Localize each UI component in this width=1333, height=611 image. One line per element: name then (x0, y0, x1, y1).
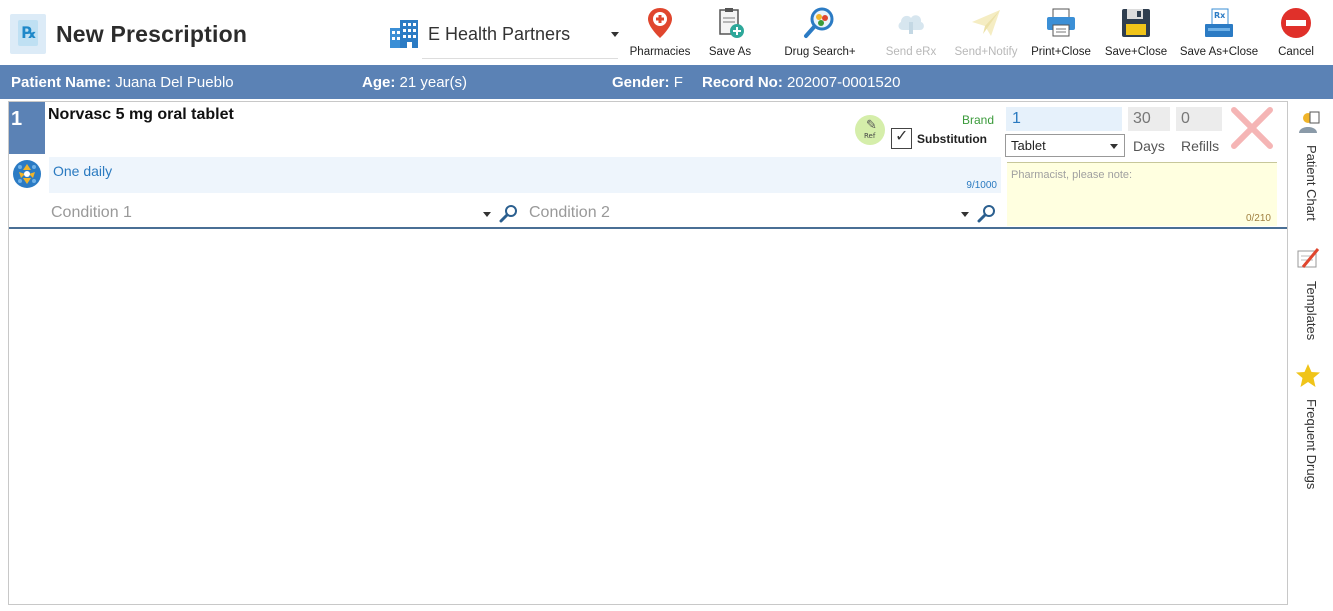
drug-name[interactable]: Norvasc 5 mg oral tablet (48, 106, 234, 124)
chevron-down-icon (611, 32, 619, 37)
building-icon (390, 20, 418, 48)
save-as-button[interactable]: Save As (700, 6, 760, 62)
refills-label: Refills (1181, 138, 1220, 154)
side-panel: Patient Chart Templates Frequent Drugs (1289, 101, 1333, 605)
condition-1-select[interactable]: Condition 1 (49, 202, 523, 224)
patient-gender: Gender: F (612, 74, 683, 91)
prescription-app-icon: ℞ (10, 14, 46, 54)
pharmacies-button[interactable]: Pharmacies (625, 6, 695, 62)
organization-select[interactable]: E Health Partners (388, 14, 624, 60)
patient-chart-tab[interactable]: Patient Chart (1289, 109, 1333, 233)
substitution-checkbox[interactable]: ✓ (891, 126, 912, 149)
checkmark-icon: ✓ (895, 126, 909, 145)
pharmacist-note-input[interactable]: Pharmacist, please note: 0/210 (1007, 162, 1277, 226)
document-stack-icon: Rx (1205, 8, 1233, 37)
svg-text:Rx: Rx (1214, 11, 1226, 20)
page-title: New Prescription (56, 21, 248, 47)
frequent-drugs-tab[interactable]: Frequent Drugs (1289, 363, 1333, 503)
patient-name: Patient Name: Juana Del Pueblo (11, 74, 234, 91)
save-as-close-button[interactable]: Rx Save As+Close (1176, 6, 1262, 62)
chevron-down-icon (483, 212, 491, 217)
patient-age: Age: 21 year(s) (362, 74, 468, 91)
print-close-button[interactable]: Print+Close (1028, 6, 1094, 62)
paperclip-icon: ✎ (866, 118, 877, 133)
prescription-number: 1 (9, 102, 45, 154)
printer-icon (1047, 8, 1075, 37)
delete-prescription-icon[interactable] (1228, 104, 1276, 152)
search-icon[interactable] (499, 203, 519, 223)
cloud-upload-icon (898, 15, 924, 34)
search-icon[interactable] (977, 203, 997, 223)
refills-input[interactable] (1176, 107, 1222, 131)
prescription-item: 1 Norvasc 5 mg oral tablet ✎ Ref Brand ✓… (9, 102, 1287, 229)
drug-info-globe-icon[interactable] (11, 158, 43, 190)
map-pin-icon (648, 8, 672, 38)
chevron-down-icon (1110, 144, 1118, 149)
drug-search-button[interactable]: Drug Search+ (780, 6, 860, 62)
save-close-button[interactable]: Save+Close (1102, 6, 1170, 62)
condition-2-select[interactable]: Condition 2 (527, 202, 1001, 224)
days-label: Days (1133, 138, 1165, 154)
document-add-icon (719, 8, 744, 38)
patient-record-number: Record No: 202007-0001520 (702, 74, 901, 91)
substitution-label: Substitution (917, 132, 987, 146)
sig-char-count: 9/1000 (966, 180, 997, 191)
star-icon (1296, 364, 1320, 387)
floppy-disk-icon (1122, 9, 1150, 37)
pharmacist-note-char-count: 0/210 (1245, 213, 1271, 224)
templates-tab[interactable]: Templates (1289, 245, 1333, 355)
templates-icon (1297, 248, 1320, 268)
header: ℞ New Prescription E Health Partners Pha (0, 0, 1333, 64)
chevron-down-icon (961, 212, 969, 217)
send-notify-button[interactable]: Send+Notify (948, 6, 1024, 62)
paper-plane-icon (972, 10, 1000, 36)
send-erx-button[interactable]: Send eRx (880, 6, 942, 62)
dosage-form-select[interactable]: Tablet (1005, 134, 1125, 157)
days-input[interactable] (1128, 107, 1170, 131)
quantity-input[interactable] (1006, 107, 1122, 131)
reference-button[interactable]: ✎ Ref (855, 115, 885, 145)
patient-chart-icon (1299, 111, 1320, 133)
prescription-list: 1 Norvasc 5 mg oral tablet ✎ Ref Brand ✓… (8, 101, 1288, 605)
stop-icon (1281, 8, 1311, 38)
organization-name: E Health Partners (428, 24, 571, 44)
patient-info-bar: Patient Name: Juana Del Pueblo Age: 21 y… (0, 65, 1333, 99)
magnifier-pills-icon (804, 7, 834, 38)
cancel-button[interactable]: Cancel (1270, 6, 1322, 62)
sig-input[interactable]: One daily 9/1000 (49, 157, 1001, 193)
brand-label: Brand (962, 113, 995, 127)
